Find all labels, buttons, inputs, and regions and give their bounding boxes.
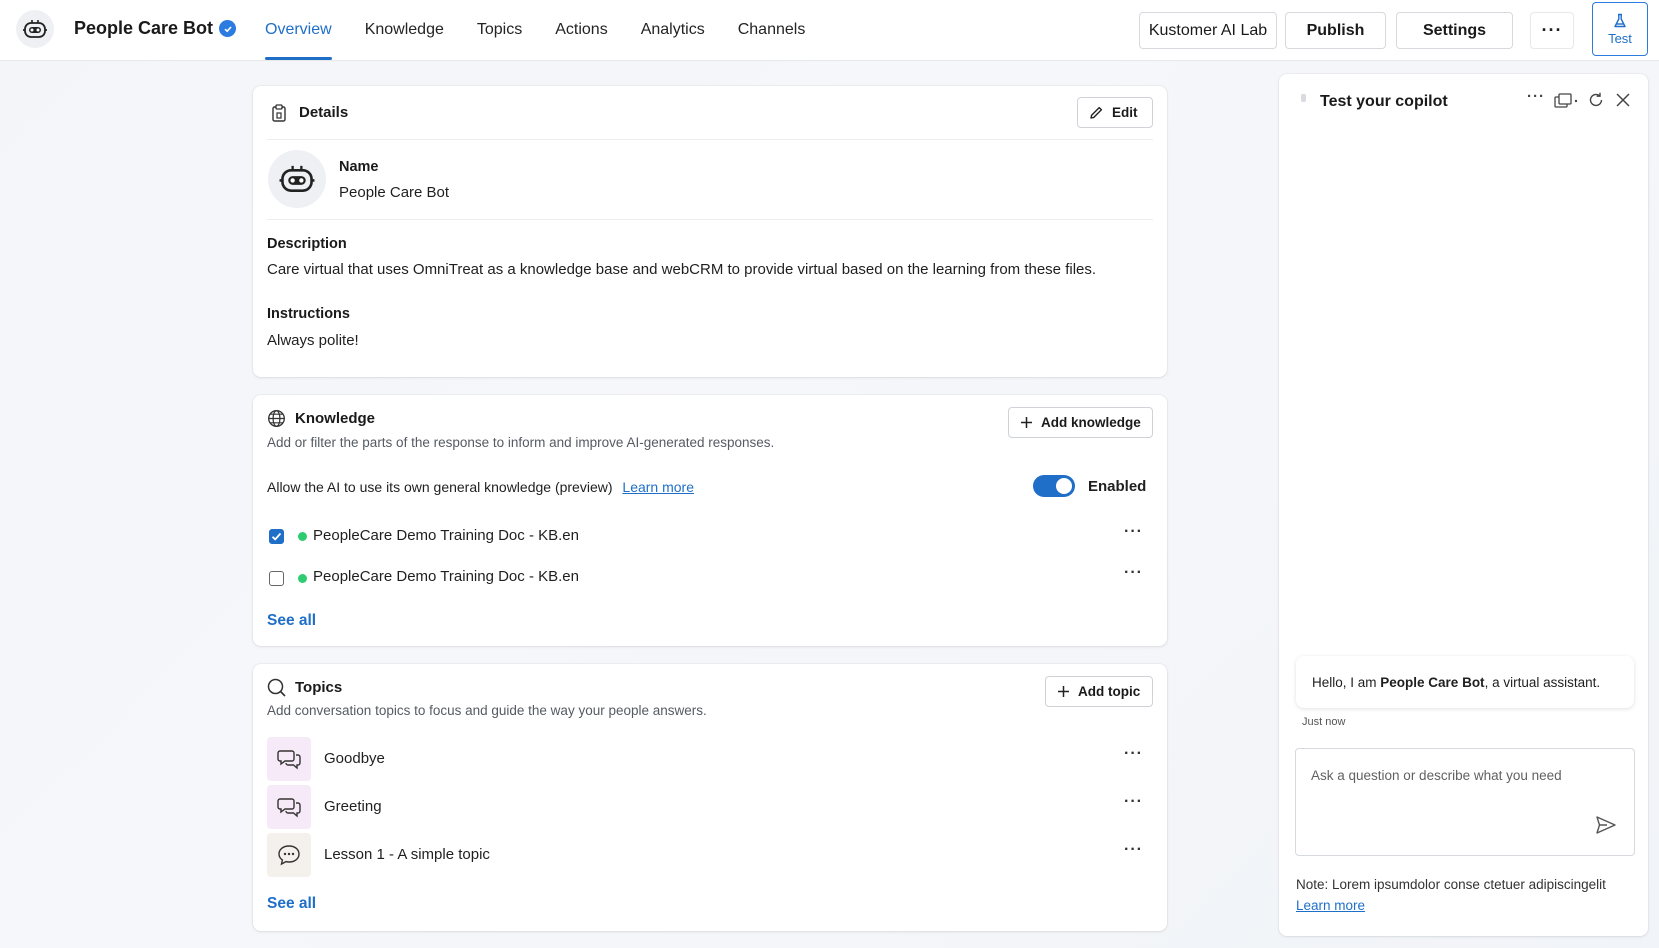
greeting-bot-name: People Care Bot xyxy=(1380,674,1485,690)
topic-label[interactable]: Goodbye xyxy=(324,750,385,767)
kustomer-ai-lab-button[interactable]: Kustomer AI Lab xyxy=(1139,12,1277,49)
topics-subtitle: Add conversation topics to focus and gui… xyxy=(267,703,707,718)
drag-handle[interactable] xyxy=(1301,94,1306,102)
details-title: Details xyxy=(299,104,349,121)
panel-more-button[interactable]: ··· xyxy=(1527,88,1545,105)
verified-badge-icon xyxy=(219,20,237,37)
chat-bubbles-icon xyxy=(267,737,311,781)
tab-topics[interactable]: Topics xyxy=(477,0,522,60)
general-knowledge-text: Allow the AI to use its own general know… xyxy=(267,479,613,495)
main-nav: Overview Knowledge Topics Actions Analyt… xyxy=(265,0,838,60)
settings-button[interactable]: Settings xyxy=(1396,12,1513,49)
bot-avatar-icon xyxy=(16,10,54,48)
edit-button-label: Edit xyxy=(1112,105,1138,120)
toggle-status-label: Enabled xyxy=(1088,478,1147,495)
more-options-button[interactable]: ··· xyxy=(1530,12,1574,49)
flask-icon xyxy=(1614,13,1626,27)
topic-label[interactable]: Lesson 1 - A simple topic xyxy=(324,846,490,863)
general-knowledge-row: Allow the AI to use its own general know… xyxy=(267,479,694,495)
knowledge-subtitle: Add or filter the parts of the response … xyxy=(267,435,775,450)
plus-icon xyxy=(1058,686,1069,697)
divider xyxy=(267,219,1153,220)
clipboard-icon xyxy=(272,104,286,122)
tab-knowledge[interactable]: Knowledge xyxy=(365,0,444,60)
add-topic-label: Add topic xyxy=(1078,684,1141,699)
item-more-button[interactable]: ··· xyxy=(1124,523,1143,541)
bot-title: People Care Bot xyxy=(74,18,237,39)
learn-more-link[interactable]: Learn more xyxy=(622,479,694,495)
instructions-label: Instructions xyxy=(267,306,350,322)
instructions-value: Always polite! xyxy=(267,332,359,349)
plus-icon xyxy=(1021,417,1032,428)
chat-dots-icon xyxy=(267,833,311,877)
test-panel-title: Test your copilot xyxy=(1320,93,1448,110)
tab-channels[interactable]: Channels xyxy=(738,0,806,60)
message-timestamp: Just now xyxy=(1302,716,1346,728)
add-knowledge-button[interactable]: Add knowledge xyxy=(1008,407,1153,438)
disclaimer-note: Note: Lorem ipsumdolor conse ctetuer adi… xyxy=(1296,877,1606,892)
greeting-prefix: Hello, I am xyxy=(1312,674,1381,690)
details-card: Details Edit Name People Care Bot Descri… xyxy=(253,86,1167,377)
check-icon xyxy=(271,532,282,541)
tab-analytics[interactable]: Analytics xyxy=(641,0,705,60)
topic-more-button[interactable]: ··· xyxy=(1124,745,1143,763)
knowledge-item-checkbox[interactable] xyxy=(269,571,284,586)
test-button[interactable]: Test xyxy=(1592,2,1648,56)
more-dots-icon: ··· xyxy=(1541,20,1563,40)
bot-greeting-bubble: Hello, I am People Care Bot, a virtual a… xyxy=(1296,656,1634,708)
topic-more-button[interactable]: ··· xyxy=(1124,793,1143,811)
test-button-label: Test xyxy=(1608,30,1632,46)
note-learn-more-link[interactable]: Learn more xyxy=(1296,898,1365,913)
knowledge-title: Knowledge xyxy=(295,410,376,427)
top-bar: People Care Bot Overview Knowledge Topic… xyxy=(0,0,1659,61)
topics-title: Topics xyxy=(295,679,343,696)
test-copilot-panel: Test your copilot ··· Hello, I am People… xyxy=(1279,74,1648,936)
topic-more-button[interactable]: ··· xyxy=(1124,841,1143,859)
tab-actions[interactable]: Actions xyxy=(555,0,607,60)
status-dot xyxy=(298,532,307,541)
knowledge-item-label[interactable]: PeopleCare Demo Training Doc - KB.en xyxy=(313,527,579,544)
chat-input-placeholder[interactable]: Ask a question or describe what you need xyxy=(1311,768,1562,783)
greeting-suffix: , a virtual assistant. xyxy=(1484,674,1601,690)
publish-button[interactable]: Publish xyxy=(1285,12,1386,49)
status-dot xyxy=(298,574,307,583)
edit-button[interactable]: Edit xyxy=(1077,97,1153,128)
divider xyxy=(267,139,1153,140)
topics-card: Topics Add conversation topics to focus … xyxy=(253,664,1167,931)
chat-bubbles-icon xyxy=(267,785,311,829)
topic-label[interactable]: Greeting xyxy=(324,798,382,815)
general-knowledge-toggle[interactable] xyxy=(1033,475,1075,497)
chat-input-box[interactable]: Ask a question or describe what you need xyxy=(1295,748,1635,856)
topics-search-icon xyxy=(267,678,286,697)
add-topic-button[interactable]: Add topic xyxy=(1045,676,1153,707)
name-value: People Care Bot xyxy=(339,184,450,201)
window-switch-icon[interactable] xyxy=(1554,93,1580,109)
knowledge-item-label[interactable]: PeopleCare Demo Training Doc - KB.en xyxy=(313,568,579,585)
item-more-button[interactable]: ··· xyxy=(1124,564,1143,582)
pencil-icon xyxy=(1090,106,1103,119)
add-knowledge-label: Add knowledge xyxy=(1041,415,1141,430)
knowledge-item-checkbox[interactable] xyxy=(269,529,284,544)
description-value: Care virtual that uses OmniTreat as a kn… xyxy=(267,261,1097,278)
knowledge-see-all-link[interactable]: See all xyxy=(267,612,316,630)
bot-name-text: People Care Bot xyxy=(74,18,214,38)
bot-profile-avatar-icon xyxy=(268,150,326,208)
close-icon[interactable] xyxy=(1616,93,1630,107)
description-label: Description xyxy=(267,236,347,252)
refresh-icon[interactable] xyxy=(1587,91,1605,109)
send-icon[interactable] xyxy=(1595,815,1617,835)
topics-see-all-link[interactable]: See all xyxy=(267,895,316,913)
globe-icon xyxy=(268,410,285,427)
knowledge-card: Knowledge Add or filter the parts of the… xyxy=(253,395,1167,646)
name-label: Name xyxy=(339,159,379,175)
tab-overview[interactable]: Overview xyxy=(265,0,332,60)
